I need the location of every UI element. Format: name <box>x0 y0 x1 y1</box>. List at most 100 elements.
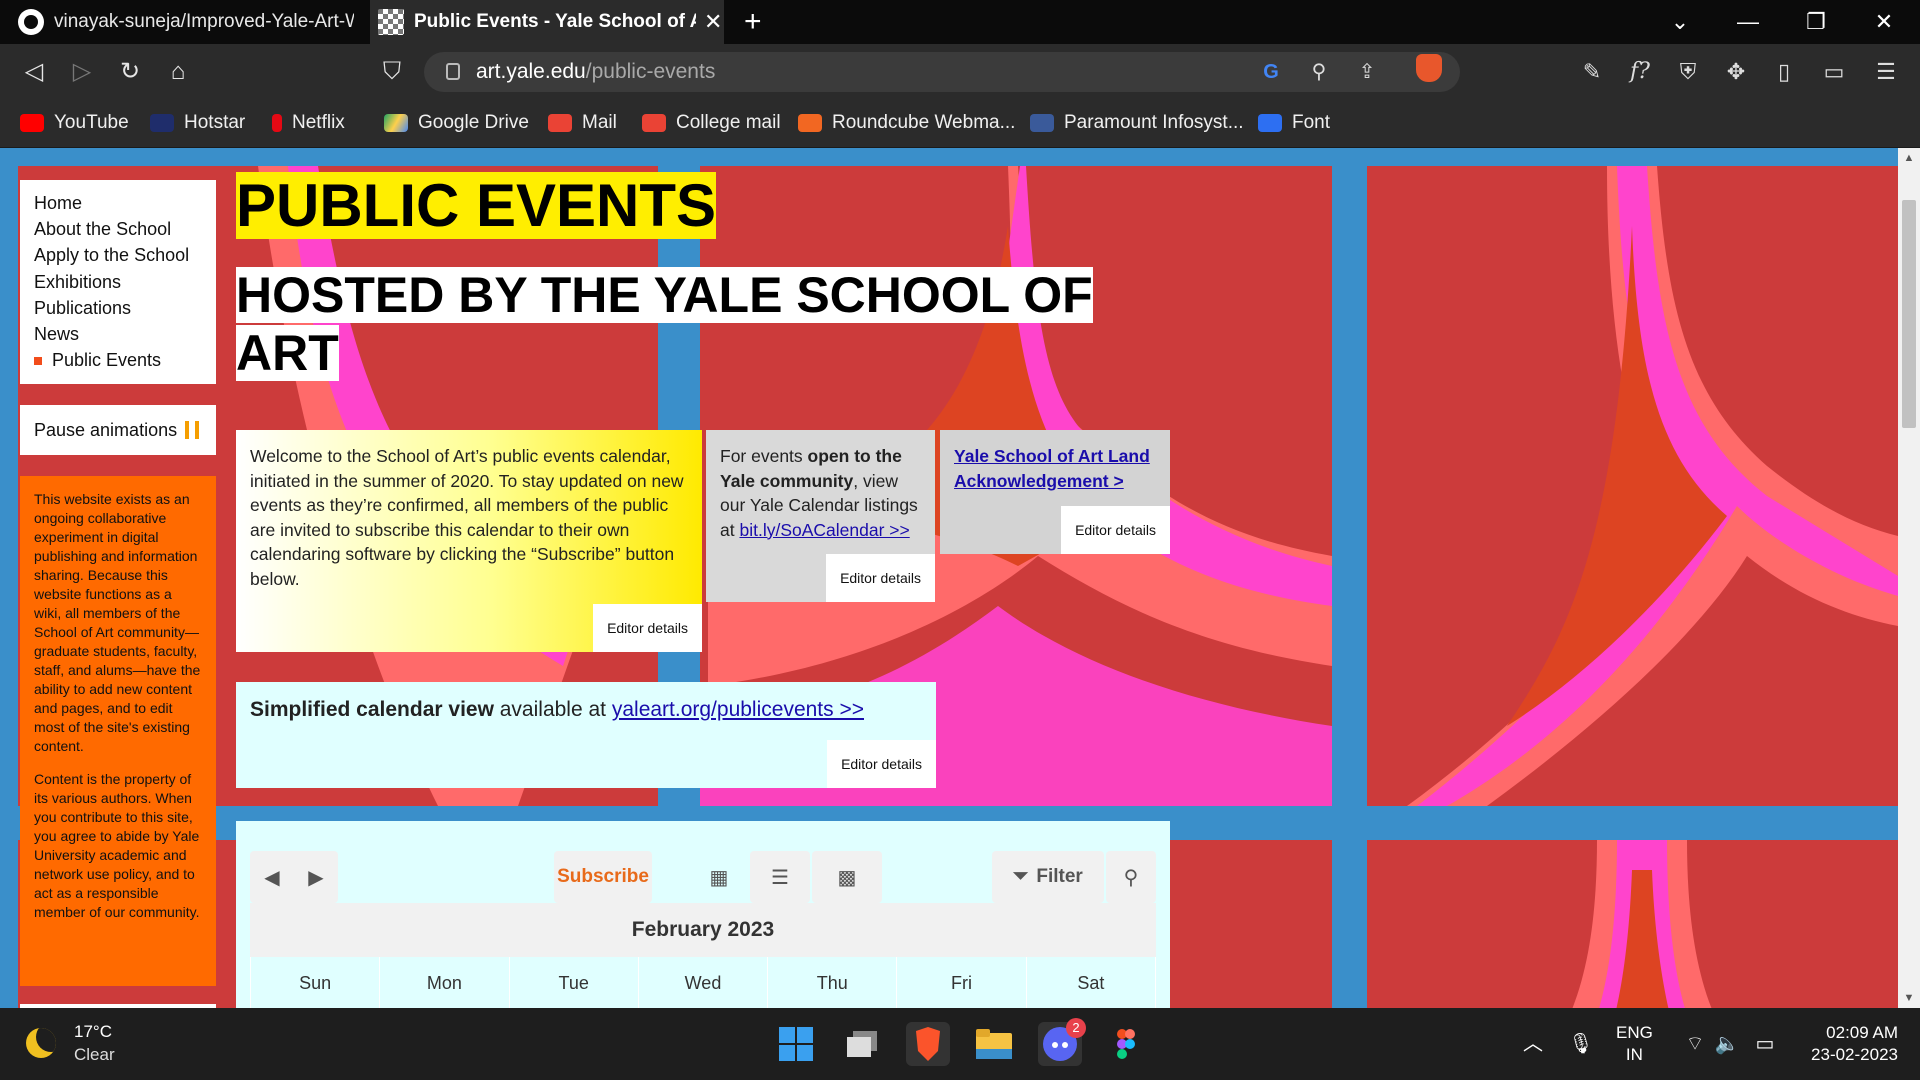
bookmark-netflix[interactable]: Netflix <box>272 100 345 146</box>
weekday-label: Tue <box>510 957 639 1008</box>
tab-title: Public Events - Yale School of Art <box>414 11 696 32</box>
wallet-icon[interactable]: ▭ <box>1814 44 1854 100</box>
page-viewport: Home About the School Apply to the Schoo… <box>0 148 1898 1008</box>
checker-icon <box>378 9 404 35</box>
bookmark-icon[interactable]: ⛉ <box>372 44 412 100</box>
bookmark-college-mail[interactable]: College mail <box>642 100 781 146</box>
land-acknowledgement-link[interactable]: Yale School of Art Land Acknowledgement … <box>954 446 1150 491</box>
taskbar-file-explorer[interactable] <box>972 1022 1016 1066</box>
moon-icon <box>26 1028 56 1058</box>
windows-taskbar: 17°C Clear 2 ︿ 🎙 ENG IN ⌔ 🔈 ▭ 02:09 AM 2… <box>0 1008 1920 1080</box>
start-button[interactable] <box>774 1022 818 1066</box>
bookmark-paramount[interactable]: Paramount Infosyst... <box>1030 100 1244 146</box>
taskbar-brave[interactable] <box>906 1022 950 1066</box>
bookmark-hotstar[interactable]: Hotstar <box>150 100 245 146</box>
chevron-up-icon[interactable]: ︿ <box>1518 1008 1548 1080</box>
forward-button[interactable]: ▷ <box>62 44 102 100</box>
extension-feather-icon[interactable]: ✎ <box>1572 44 1612 100</box>
paramount-icon <box>1030 114 1054 132</box>
land-acknowledgement-card: Yale School of Art Land Acknowledgement … <box>940 430 1170 554</box>
task-view-button[interactable] <box>840 1022 884 1066</box>
bitwarden-icon[interactable]: ⛨ <box>1668 44 1708 100</box>
next-month-button[interactable]: ▶ <box>308 865 323 890</box>
subscribe-button[interactable]: Subscribe <box>554 851 652 903</box>
editor-details-button[interactable]: Editor details <box>1061 506 1170 554</box>
bookmark-youtube[interactable]: YouTube <box>20 100 129 146</box>
nav-public-events[interactable]: Public Events <box>34 347 202 373</box>
list-view-icon[interactable]: ☰ <box>750 851 810 903</box>
calendar-nav: ◀ ▶ <box>250 851 338 903</box>
pause-animations-button[interactable]: Pause animations <box>20 405 216 455</box>
nav-exhibitions[interactable]: Exhibitions <box>34 269 202 295</box>
language-indicator[interactable]: ENG IN <box>1616 1022 1653 1066</box>
nav-publications[interactable]: Publications <box>34 295 202 321</box>
scroll-thumb[interactable] <box>1902 200 1916 428</box>
puzzle-icon[interactable]: ✥ <box>1716 44 1756 100</box>
editor-details-button[interactable]: Editor details <box>826 554 935 602</box>
weekday-label: Thu <box>768 957 898 1008</box>
taskbar-discord[interactable]: 2 <box>1038 1018 1086 1066</box>
grid-view-icon[interactable]: ▩ <box>812 851 882 903</box>
scroll-up-icon[interactable]: ▲ <box>1898 152 1920 164</box>
google-icon[interactable]: G <box>1254 52 1288 92</box>
github-icon <box>18 9 44 35</box>
url-text[interactable]: art.yale.edu/public-events <box>476 52 715 92</box>
weather-text: 17°C Clear <box>74 1020 115 1066</box>
window-close-button[interactable]: ✕ <box>1856 0 1912 44</box>
google-drive-icon <box>384 114 408 132</box>
nav-apply[interactable]: Apply to the School <box>34 242 202 268</box>
menu-icon[interactable]: ☰ <box>1866 44 1906 100</box>
welcome-text: Welcome to the School of Art’s public ev… <box>250 446 684 589</box>
tab-github[interactable]: vinayak-suneja/Improved-Yale-Art-We <box>0 0 362 44</box>
nav-home[interactable]: Home <box>34 190 202 216</box>
restore-button[interactable]: ❐ <box>1788 0 1844 44</box>
font-identifier-icon[interactable]: f? <box>1620 44 1660 100</box>
editor-details-button[interactable]: Editor details <box>827 740 936 788</box>
address-bar[interactable]: art.yale.edu/public-events G ⚲ ⇪ <box>424 52 1460 92</box>
home-icon[interactable]: ⌂ <box>158 44 198 100</box>
taskbar-figma[interactable] <box>1104 1022 1148 1066</box>
yale-calendar-link[interactable]: bit.ly/SoACalendar >> <box>739 520 909 540</box>
calendar-icon[interactable]: ▦ <box>690 851 748 903</box>
close-icon[interactable]: ✕ <box>704 9 722 35</box>
scroll-down-icon[interactable]: ▼ <box>1898 992 1920 1004</box>
bookmark-font[interactable]: Font <box>1258 100 1330 146</box>
simplified-calendar-link[interactable]: yaleart.org/publicevents >> <box>612 698 864 721</box>
pause-icon <box>185 421 200 439</box>
battery-icon[interactable]: ▭ <box>1748 1008 1782 1080</box>
volume-icon[interactable]: 🔈 <box>1712 1008 1742 1080</box>
brave-shield-icon[interactable] <box>1416 54 1442 82</box>
zoom-icon[interactable]: ⚲ <box>1302 52 1336 92</box>
wifi-icon[interactable]: ⌔ <box>1680 1008 1710 1080</box>
new-tab-button[interactable]: + <box>744 0 762 44</box>
events-calendar: ◀ ▶ Subscribe ▦ ☰ ▩ ⏷ Filter ⚲ February 2… <box>236 821 1170 1008</box>
pause-label: Pause animations <box>34 419 178 440</box>
reload-button[interactable]: ↻ <box>110 44 150 100</box>
task-view-icon <box>847 1031 877 1057</box>
tab-public-events[interactable]: Public Events - Yale School of Art ✕ <box>370 0 724 44</box>
weekday-label: Sun <box>251 957 381 1008</box>
filter-button[interactable]: ⏷ Filter <box>992 851 1104 903</box>
prev-month-button[interactable]: ◀ <box>264 865 279 890</box>
search-icon[interactable]: ⚲ <box>1106 851 1156 903</box>
microphone-icon[interactable]: 🎙 <box>1566 1008 1596 1080</box>
bookmark-google-drive[interactable]: Google Drive <box>384 100 529 146</box>
weather-widget[interactable]: 17°C Clear <box>26 1020 115 1066</box>
background-tile <box>1367 840 1898 1008</box>
nav-news[interactable]: News <box>34 321 202 347</box>
bookmark-roundcube[interactable]: Roundcube Webma... <box>798 100 1015 146</box>
sidebar-icon[interactable]: ▯ <box>1764 44 1804 100</box>
editor-details-button[interactable]: Editor details <box>593 604 702 652</box>
background-pattern <box>1407 166 1898 806</box>
weather-condition: Clear <box>74 1045 115 1064</box>
nav-about[interactable]: About the School <box>34 216 202 242</box>
minimize-button[interactable]: — <box>1720 0 1776 44</box>
filter-icon: ⏷ <box>1013 866 1029 887</box>
page-scrollbar[interactable]: ▲ ▼ <box>1898 148 1920 1008</box>
chevron-down-icon[interactable]: ⌄ <box>1652 0 1708 44</box>
weekday-label: Sat <box>1027 957 1156 1008</box>
system-clock[interactable]: 02:09 AM 23-02-2023 <box>1811 1022 1898 1066</box>
bookmark-mail[interactable]: Mail <box>548 100 617 146</box>
back-button[interactable]: ◁ <box>14 44 54 100</box>
share-icon[interactable]: ⇪ <box>1350 52 1384 92</box>
